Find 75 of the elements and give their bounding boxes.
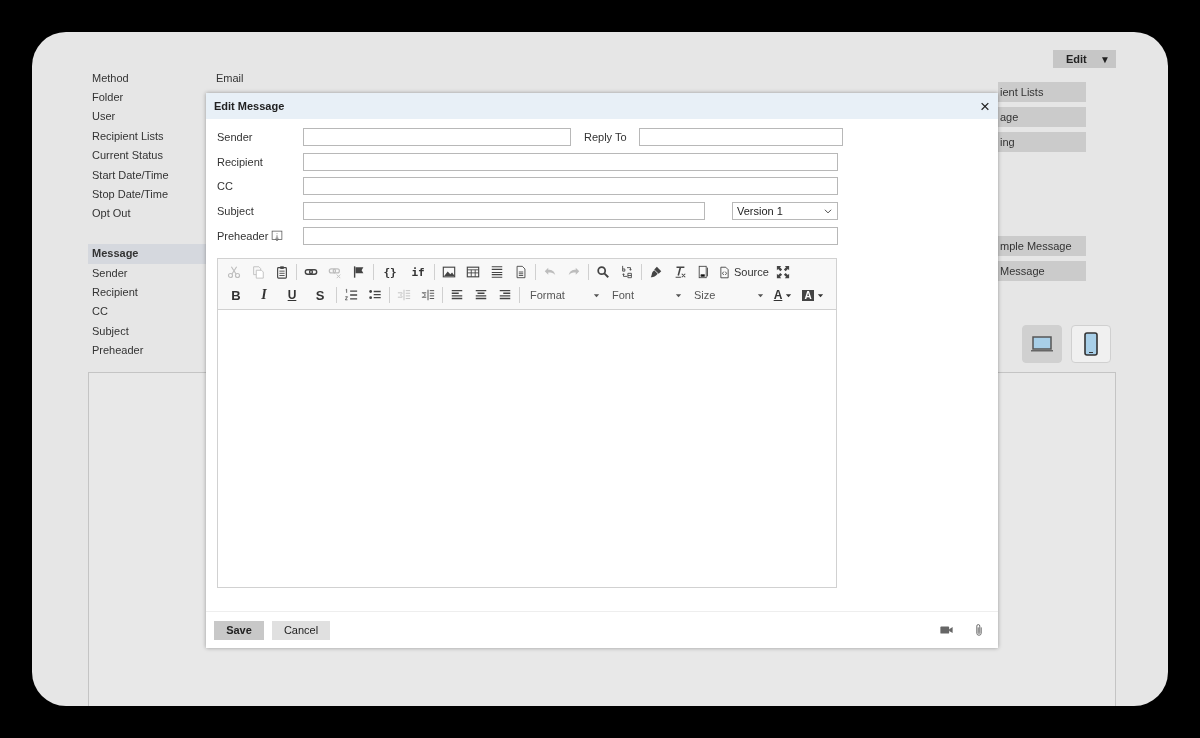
field-label: Sender [91,265,129,281]
field-label: Recipient Lists [91,129,165,142]
document-icon[interactable] [514,265,528,280]
source-button[interactable]: Source [716,262,771,283]
field-label: Stop Date/Time [91,188,169,201]
style-dropdown[interactable]: Format [522,285,604,306]
clipboard-icon[interactable] [275,265,289,280]
paintbrush-icon[interactable] [649,265,663,280]
field-label: Current Status [91,149,164,162]
text-input[interactable] [303,226,838,245]
caret-icon [675,292,682,299]
dialog-title: Edit Message [214,100,285,112]
clear-formatting-icon[interactable] [673,265,687,280]
field-label: Subject [91,323,130,339]
field-label: Preheader [91,343,145,359]
device-toggle[interactable] [1071,325,1111,363]
show-blocks-icon[interactable] [697,265,711,280]
field-label: Reply To [584,131,627,143]
phone-icon[interactable] [1083,332,1099,356]
field-label: User [91,110,117,123]
side-button[interactable]: Message [998,261,1086,281]
field-label: Recipient [91,284,139,300]
maximize-icon[interactable] [775,265,790,280]
text-input[interactable] [303,152,838,171]
underline-button[interactable]: U [278,285,306,306]
field-label: Sender [217,131,253,143]
side-button[interactable]: ing [998,132,1086,152]
laptop-icon[interactable] [1030,334,1054,354]
caret-icon [785,292,793,299]
field-label: Recipient [217,155,263,168]
background-color-button[interactable]: A [798,285,828,306]
device-toggle[interactable] [1022,325,1062,363]
section-heading: Message [88,244,206,264]
text-input[interactable] [638,128,843,146]
search-icon[interactable] [596,265,610,280]
code-button[interactable]: {} [376,262,404,283]
code-button[interactable]: if [404,262,432,283]
text-input[interactable] [303,128,571,146]
side-button[interactable]: mple Message [998,236,1086,256]
side-button[interactable]: age [998,107,1086,127]
save-button[interactable]: Save [214,620,264,640]
caret-icon [757,292,764,299]
table-icon[interactable] [466,265,480,280]
text-input[interactable] [303,202,705,221]
text-color-button[interactable]: A [768,285,798,306]
horizontal-lines-icon[interactable] [490,265,504,280]
close-button[interactable]: × [980,97,990,115]
image-icon[interactable] [442,265,456,280]
field-label: Preheader [217,229,269,242]
strikethrough-button[interactable]: S [306,285,334,306]
field-value: Email [216,71,244,84]
cancel-button[interactable]: Cancel [272,620,330,640]
version-select[interactable]: Version 1 [732,202,838,221]
caret-icon [816,292,824,299]
italic-button[interactable]: I [250,285,278,306]
source-icon [718,265,731,279]
field-label: Method [91,71,130,84]
field-label: CC [217,180,233,193]
edit-menu-button[interactable]: Edit ▼ [1053,50,1116,68]
info-icon[interactable] [271,229,284,242]
style-dropdown[interactable]: Size [686,285,768,306]
replace-icon[interactable] [620,265,634,280]
numbered-list-icon[interactable] [344,288,358,303]
bold-button[interactable]: B [222,285,250,306]
flag-icon[interactable] [352,265,366,280]
text-input[interactable] [303,177,838,196]
caret-icon [593,292,600,299]
field-label: CC [91,304,109,320]
indent-icon[interactable] [421,288,435,303]
style-dropdown[interactable]: Font [604,285,686,306]
field-label: Folder [91,91,125,104]
field-label: Start Date/Time [91,168,170,181]
side-button[interactable]: ient Lists [998,82,1086,102]
field-label: Opt Out [91,207,132,220]
field-label: Subject [217,205,254,218]
